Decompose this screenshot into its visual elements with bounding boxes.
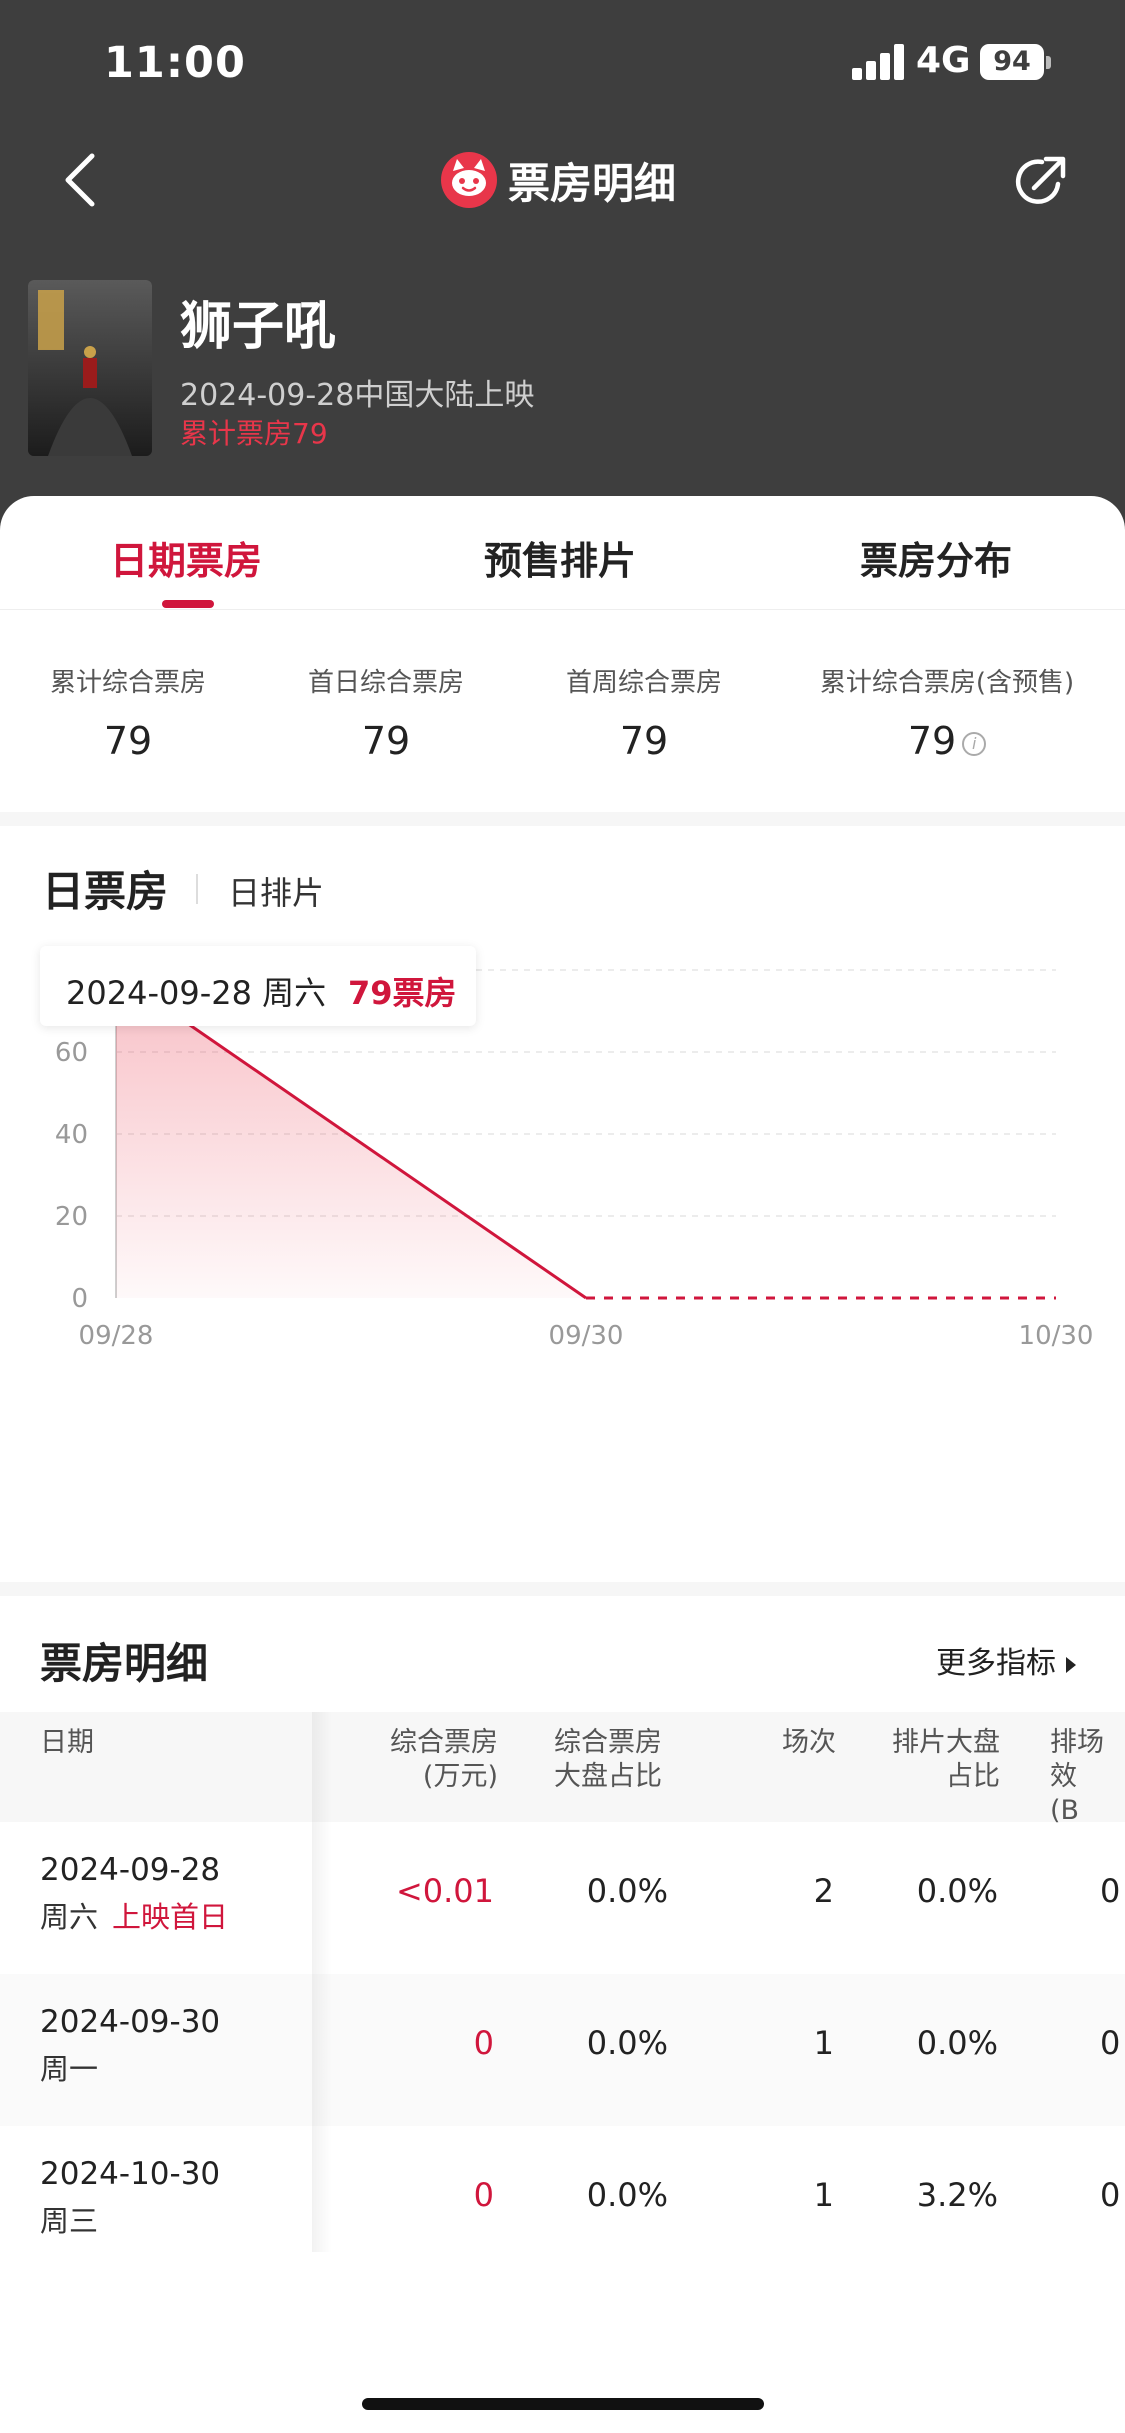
box-office-detail-section: 票房明细 更多指标 日期 综合票房 (万元) 综合票房 大盘占比 场次 排片大盘…	[0, 1602, 1125, 2302]
section-separator	[0, 812, 1125, 826]
y-tick-label: 0	[71, 1284, 88, 1314]
table-row[interactable]: 2024-09-28 周六 上映首日 <0.01 0.0% 2 0.0% 0	[0, 1822, 1125, 1974]
home-indicator[interactable]	[362, 2398, 764, 2410]
status-time: 11:00	[104, 38, 246, 88]
movie-title: 狮子吼	[180, 297, 337, 357]
daily-box-office-chart[interactable]: 806040200 09/2809/3010/30	[0, 832, 1125, 1472]
network-label: 4G	[916, 40, 971, 81]
stats-row: 累计综合票房 79 首日综合票房 79 首周综合票房 79 累计综合票房(含预售…	[0, 610, 1125, 810]
table-header: 日期 综合票房 (万元) 综合票房 大盘占比 场次 排片大盘 占比 排场效 (B	[0, 1712, 1125, 1826]
detail-title: 票房明细	[40, 1639, 209, 1688]
x-tick-label: 09/28	[79, 1321, 154, 1351]
col-header-date: 日期	[40, 1727, 94, 1758]
col-header-box-office-share[interactable]: 综合票房 大盘占比	[554, 1726, 662, 1794]
stat-value: 79	[103, 719, 153, 763]
nav-bar: 票房明细	[0, 130, 1125, 230]
nav-title-group: 票房明细	[440, 152, 676, 208]
col-header-schedule-share[interactable]: 排片大盘 占比	[870, 1726, 1000, 1794]
row-box-office-share: 0.0%	[586, 2024, 668, 2062]
table-row[interactable]: 2024-09-30 周一 0 0.0% 1 0.0% 0	[0, 1974, 1125, 2126]
row-weekday-group: 周三	[40, 2198, 112, 2240]
row-show-efficiency: 0	[1100, 1872, 1121, 1910]
row-weekday-group: 周一	[40, 2046, 112, 2088]
stat-first-day: 首日综合票房 79	[288, 662, 484, 763]
row-box-office-share: 0.0%	[586, 1872, 668, 1910]
caret-right-icon	[1066, 1656, 1076, 1673]
row-shows: 1	[813, 2024, 834, 2062]
table-row[interactable]: 2024-10-30 周三 0 0.0% 1 3.2% 0	[0, 2126, 1125, 2252]
x-tick-label: 09/30	[549, 1321, 624, 1351]
row-shows: 1	[813, 2176, 834, 2214]
stat-label: 累计综合票房(含预售)	[819, 668, 1075, 698]
poster-image	[28, 280, 152, 456]
row-date: 2024-10-30	[40, 2156, 221, 2192]
row-date: 2024-09-30	[40, 2004, 221, 2040]
row-date: 2024-09-28	[40, 1852, 221, 1888]
y-tick-label: 20	[55, 1202, 88, 1232]
movie-release-date: 2024-09-28中国大陆上映	[180, 378, 535, 413]
more-metrics-label: 更多指标	[936, 1646, 1056, 1681]
row-box-office: 0	[473, 2024, 494, 2062]
status-bar: 11:00 4G 94	[0, 0, 1125, 130]
stat-value: 79	[619, 719, 669, 763]
row-weekday: 周三	[40, 2204, 99, 2238]
daily-chart-section: 日票房 日排片 806040200 09/2809/3010/30 2024-0…	[0, 832, 1125, 1472]
battery-icon: 94	[980, 44, 1044, 80]
share-icon[interactable]	[1010, 150, 1072, 212]
stat-value: 79	[361, 719, 411, 763]
info-icon[interactable]: i	[962, 731, 987, 756]
stat-label: 首日综合票房	[307, 668, 464, 698]
more-metrics-button[interactable]: 更多指标	[936, 1638, 1076, 1682]
row-weekday: 周一	[40, 2052, 99, 2086]
row-shows: 2	[813, 1872, 834, 1910]
stat-label: 累计综合票房	[49, 668, 206, 698]
tab-presale-schedule[interactable]: 预售排片	[484, 530, 636, 585]
sticky-column-shadow	[312, 1712, 332, 2252]
tab-bar: 日期票房 预售排片 票房分布	[0, 496, 1125, 610]
movie-total-box-office: 累计票房79	[180, 417, 328, 450]
y-tick-label: 40	[55, 1120, 88, 1150]
row-box-office-share: 0.0%	[586, 2176, 668, 2214]
row-box-office: <0.01	[395, 1872, 494, 1910]
tooltip-value: 79票房	[348, 974, 457, 1012]
header-area: 11:00 4G 94 票房明细 狮子吼 2024-09-28中国大陆上映 累计…	[0, 0, 1125, 560]
x-tick-label: 10/30	[1019, 1321, 1094, 1351]
y-tick-label: 60	[55, 1038, 88, 1068]
stat-value-group: 79 i	[812, 719, 1082, 763]
row-show-efficiency: 0	[1100, 2176, 1121, 2214]
signal-icon	[852, 44, 906, 80]
stat-total: 累计综合票房 79	[30, 662, 226, 763]
content-card: 日期票房 预售排片 票房分布 累计综合票房 79 首日综合票房 79 首周综合票…	[0, 496, 1125, 2433]
row-schedule-share: 0.0%	[916, 1872, 998, 1910]
chart-tooltip: 2024-09-28 周六 79票房	[40, 946, 476, 1026]
col-header-show-efficiency[interactable]: 排场效 (B	[1050, 1726, 1125, 1828]
row-weekday: 周六	[40, 1900, 99, 1934]
stat-label: 首周综合票房	[565, 668, 722, 698]
stat-first-week: 首周综合票房 79	[546, 662, 742, 763]
section-separator	[0, 1582, 1125, 1596]
page-title: 票房明细	[508, 158, 677, 208]
tab-box-office-distribution[interactable]: 票房分布	[860, 530, 1012, 585]
stat-value: 79	[907, 719, 957, 763]
row-box-office: 0	[473, 2176, 494, 2214]
movie-poster[interactable]	[28, 280, 152, 456]
tooltip-date: 2024-09-28 周六	[66, 974, 327, 1012]
row-weekday-group: 周六 上映首日	[40, 1894, 228, 1936]
active-tab-indicator	[162, 600, 214, 608]
detail-table: 日期 综合票房 (万元) 综合票房 大盘占比 场次 排片大盘 占比 排场效 (B…	[0, 1712, 1125, 2252]
row-tag: 上映首日	[112, 1900, 229, 1934]
col-header-shows[interactable]: 场次	[740, 1726, 836, 1760]
cat-logo-icon	[441, 152, 497, 208]
col-header-box-office[interactable]: 综合票房 (万元)	[370, 1726, 498, 1794]
row-show-efficiency: 0	[1100, 2024, 1121, 2062]
stat-total-with-presale: 累计综合票房(含预售) 79 i	[812, 662, 1082, 763]
battery-tip	[1046, 56, 1051, 69]
tab-daily-box-office[interactable]: 日期票房	[110, 530, 262, 585]
back-icon[interactable]	[54, 150, 114, 210]
row-schedule-share: 0.0%	[916, 2024, 998, 2062]
row-schedule-share: 3.2%	[916, 2176, 998, 2214]
